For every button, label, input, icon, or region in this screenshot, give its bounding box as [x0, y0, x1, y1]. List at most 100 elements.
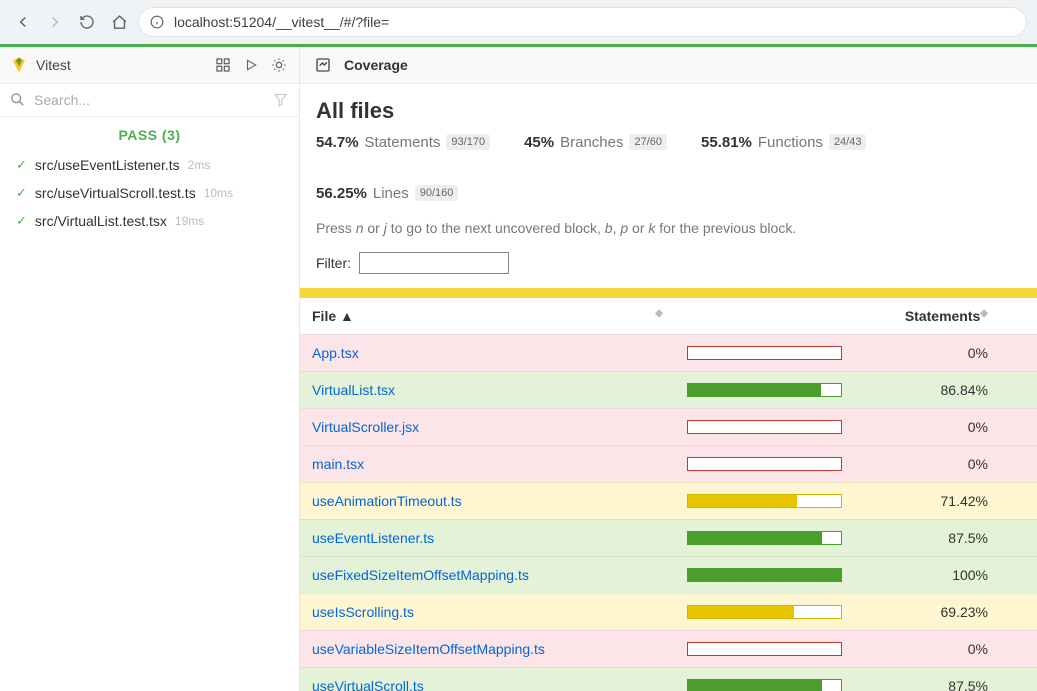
metric-pct: 54.7%	[316, 134, 359, 151]
cell-file: useEventListener.ts	[300, 519, 675, 556]
reload-button[interactable]	[74, 9, 100, 35]
check-icon: ✓	[16, 185, 27, 201]
metric-pct: 45%	[524, 134, 554, 151]
table-row: useAnimationTimeout.ts 71.42%	[300, 482, 1037, 519]
file-link[interactable]: VirtualScroller.jsx	[312, 419, 419, 435]
sidebar: Vitest PASS (3)	[0, 47, 300, 691]
search-icon	[10, 92, 26, 108]
cell-file: App.tsx	[300, 334, 675, 371]
cell-bar	[675, 630, 855, 667]
run-all-icon[interactable]	[241, 55, 261, 75]
cell-extra	[1000, 519, 1037, 556]
test-time: 2ms	[188, 158, 211, 172]
file-link[interactable]: main.tsx	[312, 456, 364, 472]
table-row: App.tsx0%	[300, 334, 1037, 371]
coverage-bar	[687, 346, 842, 360]
coverage-bar	[687, 383, 842, 397]
check-icon: ✓	[16, 213, 27, 229]
metric-fraction: 27/60	[629, 134, 667, 150]
file-link[interactable]: App.tsx	[312, 345, 359, 361]
cell-file: useAnimationTimeout.ts	[300, 482, 675, 519]
table-row: useEventListener.ts87.5%	[300, 519, 1037, 556]
pass-banner: PASS (3)	[0, 117, 299, 151]
col-bar	[675, 298, 855, 335]
browser-chrome: localhost:51204/__vitest__/#/?file=	[0, 0, 1037, 44]
cell-bar	[675, 667, 855, 691]
metric: 45% Branches 27/60	[524, 134, 667, 151]
dashboard-icon[interactable]	[213, 55, 233, 75]
metric-label: Branches	[560, 134, 623, 151]
test-item[interactable]: ✓ src/useVirtualScroll.test.ts 10ms	[6, 179, 293, 207]
site-info-icon[interactable]	[148, 13, 166, 31]
file-link[interactable]: useVariableSizeItemOffsetMapping.ts	[312, 641, 545, 657]
metric-label: Statements	[365, 134, 441, 151]
address-bar[interactable]: localhost:51204/__vitest__/#/?file=	[138, 7, 1027, 37]
page-title: All files	[316, 98, 1021, 124]
file-link[interactable]: useEventListener.ts	[312, 530, 434, 546]
test-item[interactable]: ✓src/useEventListener.ts2ms	[6, 151, 293, 179]
coverage-icon	[314, 56, 332, 74]
test-item[interactable]: ✓src/VirtualList.test.tsx19ms	[6, 207, 293, 235]
file-link[interactable]: useAnimationTimeout.ts	[312, 493, 462, 509]
test-file: src/useVirtualScroll.test.ts	[35, 185, 196, 201]
file-link[interactable]: useIsScrolling.ts	[312, 604, 414, 620]
test-time: 10ms	[204, 186, 233, 200]
cell-pct: 71.42%	[855, 482, 1000, 519]
brand[interactable]: Vitest	[10, 56, 71, 74]
test-file: src/useEventListener.ts	[35, 157, 180, 173]
cell-pct: 0%	[855, 630, 1000, 667]
app: Vitest PASS (3)	[0, 47, 1037, 691]
cell-bar	[675, 482, 855, 519]
col-statements[interactable]: Statements ◆	[855, 298, 1000, 335]
col-file[interactable]: File ▲ ◆	[300, 298, 675, 335]
file-link[interactable]: VirtualList.tsx	[312, 382, 395, 398]
coverage-table-wrapper[interactable]: File ▲ ◆ Statements ◆ App.tsx0%VirtualLi…	[300, 298, 1037, 691]
table-row: VirtualList.tsx 86.84%	[300, 371, 1037, 408]
brand-label: Vitest	[36, 57, 71, 73]
metric-fraction: 93/170	[446, 134, 490, 150]
metric: 54.7% Statements 93/170	[316, 134, 490, 151]
sidebar-tools	[213, 55, 289, 75]
table-row: useVariableSizeItemOffsetMapping.ts 0%	[300, 630, 1037, 667]
test-list: ✓ src/useEventListener.ts 2ms ✓ src/useVirtu…	[0, 151, 299, 241]
cell-pct: 86.84%	[855, 371, 1000, 408]
url-text: localhost:51204/__vitest__/#/?file=	[174, 14, 389, 30]
back-button[interactable]	[10, 9, 36, 35]
coverage-table: File ▲ ◆ Statements ◆ App.tsx0%VirtualLi…	[300, 298, 1037, 691]
cell-extra	[1000, 445, 1037, 482]
home-button[interactable]	[106, 9, 132, 35]
metric-pct: 55.81%	[701, 134, 752, 151]
coverage-bar	[687, 605, 842, 619]
metric: 55.81%Functions24/43	[701, 134, 866, 151]
search-input[interactable]	[34, 92, 265, 108]
file-link[interactable]: useVirtualScroll.ts	[312, 678, 424, 691]
cell-extra	[1000, 667, 1037, 691]
cell-file: useIsScrolling.ts	[300, 593, 675, 630]
filter-input[interactable]	[359, 252, 509, 274]
file-link[interactable]: useFixedSizeItemOffsetMapping.ts	[312, 567, 529, 583]
sort-toggle-icon: ◆	[980, 308, 988, 319]
cell-bar	[675, 519, 855, 556]
cell-pct: 100%	[855, 556, 1000, 593]
metric-fraction: 24/43	[829, 134, 867, 150]
cell-bar	[675, 371, 855, 408]
cell-extra	[1000, 334, 1037, 371]
table-row: useVirtualScroll.ts87.5%	[300, 667, 1037, 691]
main-header-title: Coverage	[344, 57, 408, 73]
cell-pct: 0%	[855, 408, 1000, 445]
metric: 56.25%Lines90/160	[316, 185, 458, 202]
main-header: Coverage	[300, 47, 1037, 84]
test-file: src/VirtualList.test.tsx	[35, 213, 167, 229]
cell-extra	[1000, 556, 1037, 593]
theme-icon[interactable]	[269, 55, 289, 75]
cell-file: main.tsx	[300, 445, 675, 482]
coverage-report: All files 54.7% Statements 93/170 45% Branch…	[300, 84, 1037, 288]
metric-fraction: 90/160	[415, 185, 459, 201]
filter-icon[interactable]	[273, 92, 289, 108]
col-extra	[1000, 298, 1037, 335]
sort-asc-icon: ▲	[340, 308, 354, 324]
forward-button[interactable]	[42, 9, 68, 35]
filter-label: Filter:	[316, 255, 351, 271]
cell-extra	[1000, 482, 1037, 519]
cell-pct: 69.23%	[855, 593, 1000, 630]
